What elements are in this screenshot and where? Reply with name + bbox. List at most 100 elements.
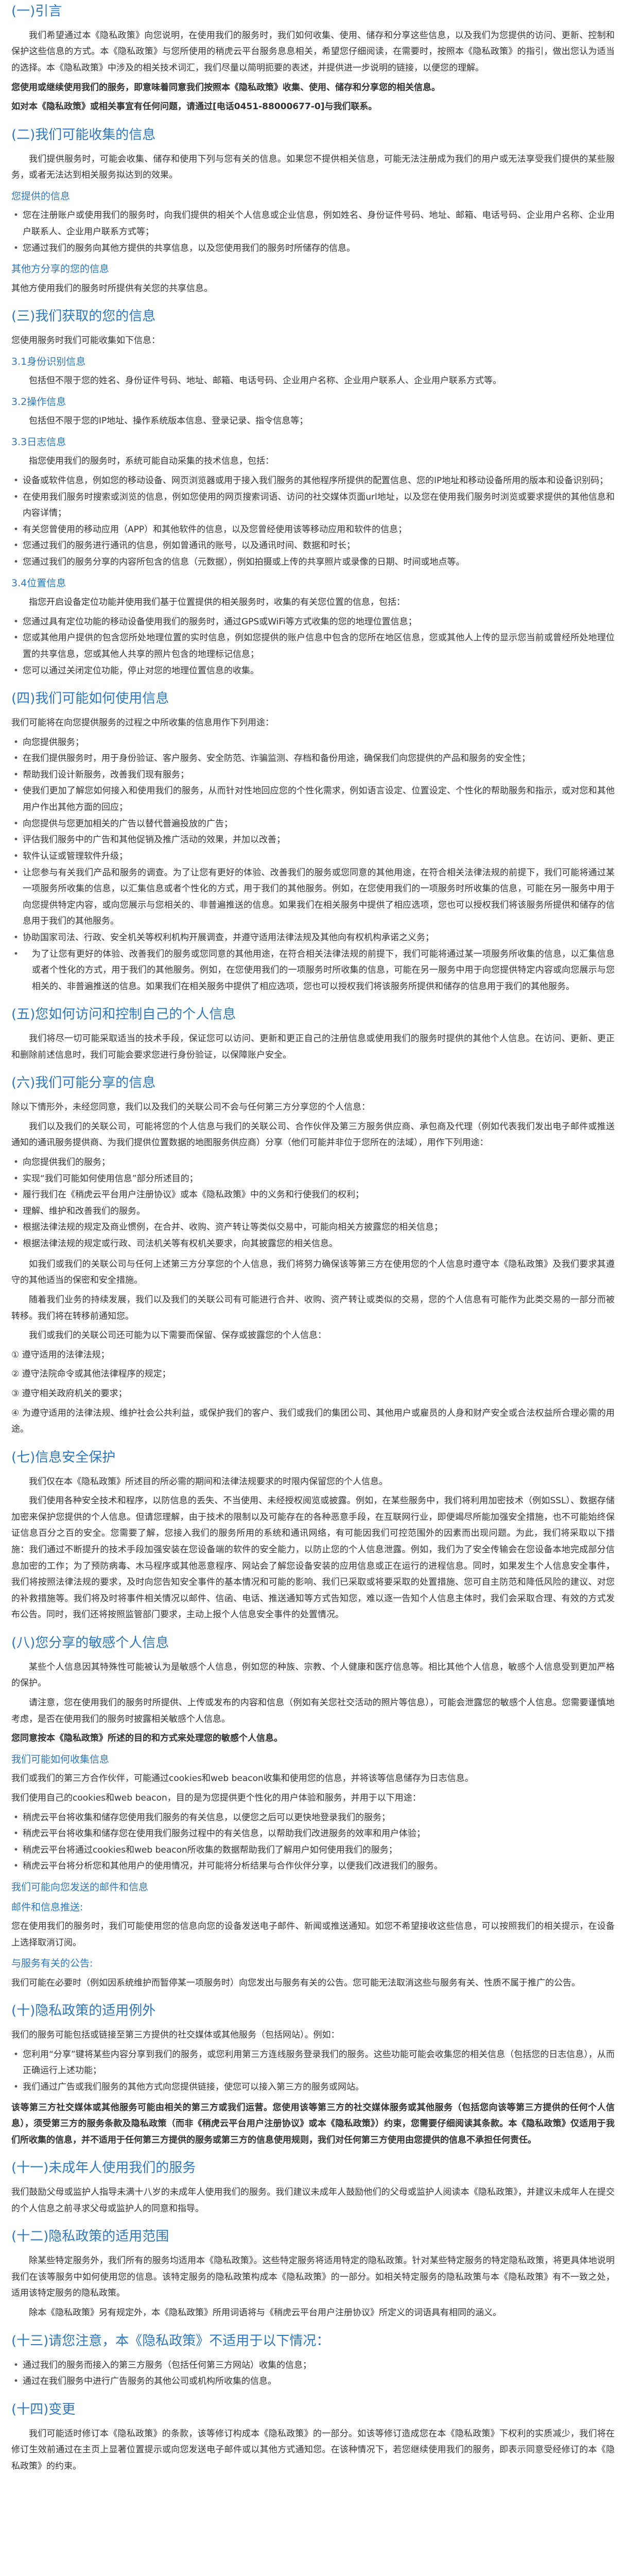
list-item: • 设备或软件信息，例如您的移动设备、网页浏览器或用于接入我们服务的其他程序所提供…: [11, 473, 615, 489]
subsection-heading: 3.2操作信息: [11, 396, 66, 408]
bullet-list: • 稍虎云平台将收集和储存您使用我们服务的有关信息，以便您之后可以更快地登录我们的…: [11, 1810, 615, 1875]
section-heading: (十一)未成年人使用我们的服务: [11, 2160, 196, 2176]
bullet-dot-icon: •: [13, 1861, 19, 1872]
bold-paragraph: 如对本《隐私政策》或相关事宜有任何问题，请通过[电话0451-88000677-…: [11, 101, 377, 112]
list-item-text: 稍虎云平台将通过cookies和web beacon所收集的数据帮助我们了解用户…: [23, 1844, 397, 1855]
bullet-list: • 您在注册账户或使用我们的服务时，向我们提供的相关个人信息或企业信息，例如姓名、…: [11, 208, 615, 257]
list-item: • 您或其他用户提供的包含您所处地理位置的实时信息，例如您提供的账户信息中包含的您…: [11, 630, 615, 663]
list-item-text: 协助国家司法、行政、安全机关等权利机构开展调查，并遵守适用法律法规及其他向有权机…: [23, 932, 434, 943]
bullet-dot-icon: •: [13, 867, 19, 878]
list-item: • 理解、维护和改善我们的服务。: [11, 1204, 615, 1220]
list-item-text: 根据法律法规的规定及商业惯例，在合并、收购、资产转让等类似交易中，可能向相关方披…: [23, 1222, 443, 1233]
list-item-text: 在我们提供服务时，用于身份验证、客户服务、安全防范、诈骗监测、存档和备份用途，确…: [23, 753, 530, 764]
paragraph: ① 遵守适用的法律法规；: [11, 1349, 110, 1360]
paragraph: 我们可能适时修订本《隐私政策》的条款，该等修订构成本《隐私政策》的一部分。如该等…: [11, 2428, 615, 2471]
bullet-dot-icon: •: [13, 633, 19, 643]
paragraph: 我们将尽一切可能采取适当的技术手段，保证您可以访问、更新和更正自己的注册信息或使…: [11, 1033, 615, 1060]
section-heading: (二)我们可能收集的信息: [11, 127, 156, 143]
section-heading: (五)您如何访问和控制自己的个人信息: [11, 1007, 236, 1023]
list-item: • 您通过我们的服务分享的内容所包含的信息（元数据），例如拍摄或上传的共享照片或录…: [11, 554, 615, 571]
bullet-list: • 向您提供服务； • 在我们提供服务时，用于身份验证、客户服务、安全防范、诈骗监测、…: [11, 735, 615, 995]
bullet-dot-icon: •: [13, 818, 19, 829]
list-item: • 向您提供与您更加相关的广告以替代普遍投放的广告；: [11, 816, 615, 833]
bullet-dot-icon: •: [13, 2049, 19, 2060]
list-item: • 有关您曾使用的移动应用（APP）和其他软件的信息，以及您曾经使用该等移动应用和…: [11, 522, 615, 538]
paragraph: 我们使用各种安全技术和程序，以防信息的丢失、不当使用、未经授权阅览或披露。例如，…: [11, 1496, 615, 1620]
bullet-dot-icon: •: [13, 1222, 19, 1233]
list-item-text: 稍虎云平台将收集和储存您在使用我们服务过程中的有关信息，以帮助我们改进服务的效率…: [23, 1828, 425, 1839]
list-item-text: 向您提供我们的服务；: [23, 1157, 110, 1168]
list-item: • 让您参与有关我们产品和服务的调查。为了让您有更好的体验、改善我们的服务或您同意…: [11, 865, 615, 930]
list-item: • 稍虎云平台将收集和储存您使用我们服务的有关信息，以便您之后可以更快地登录我们的…: [11, 1810, 615, 1826]
list-item-text: 为了让您有更好的体验、改善我们的服务或您同意的其他用途，在符合相关法律法规的前提…: [32, 948, 615, 992]
list-item-text: 您或其他用户提供的包含您所处地理位置的实时信息，例如您提供的账户信息中包含的您所…: [23, 633, 615, 660]
bold-paragraph: 您同意按本《隐私政策》所述的目的和方式来处理您的敏感个人信息。: [11, 1733, 283, 1744]
paragraph: 除本《隐私政策》另有规定外，本《隐私政策》所用词语将与《稍虎云平台用户注册协议》…: [29, 2308, 501, 2318]
bullet-dot-icon: •: [13, 2360, 19, 2370]
list-item: • 履行我们在《稍虎云平台用户注册协议》或本《隐私政策》中的义务和行使我们的权利；: [11, 1187, 615, 1204]
paragraph: 请注意，您在使用我们的服务时所提供、上传或发布的内容和信息（例如有关您社交活动的…: [11, 1698, 615, 1724]
bullet-dot-icon: •: [13, 1206, 19, 1216]
section-heading: (八)您分享的敏感个人信息: [11, 1635, 169, 1651]
bullet-dot-icon: •: [13, 1157, 19, 1168]
list-item-text: 在使用我们服务时搜索或浏览的信息，例如您使用的网页搜索词语、访问的社交媒体页面u…: [23, 492, 615, 519]
list-item: • 软件认证或管理软件升级；: [11, 849, 615, 865]
bullet-dot-icon: •: [13, 2082, 19, 2093]
list-item-text: 您通过我们的服务进行通讯的信息，例如曾通讯的账号，以及通讯时间、数据和时长；: [23, 540, 355, 551]
list-item-text: 让您参与有关我们产品和服务的调查。为了让您有更好的体验、改善我们的服务或您同意的…: [23, 867, 615, 927]
paragraph: 随着我们业务的持续发展，我们以及我们的关联公司有可能进行合并、收购、资产转让或类…: [11, 1294, 615, 1321]
list-item-text: 稍虎云平台将分析您和其他用户的使用情况，并可能将分析结果与合作伙伴分享，以便我们…: [23, 1861, 443, 1872]
list-item-text: 帮助我们设计新服务，改善我们现有服务；: [23, 769, 189, 780]
section-heading: (四)我们可能如何使用信息: [11, 691, 169, 707]
list-item-text: 软件认证或管理软件升级；: [23, 851, 128, 861]
bullet-dot-icon: •: [13, 851, 19, 861]
list-item-text: 向您提供服务；: [23, 737, 84, 748]
list-item-text: 有关您曾使用的移动应用（APP）和其他软件的信息，以及您曾经使用该等移动应用和软…: [23, 524, 407, 535]
paragraph: 您使用服务时我们可能收集如下信息：: [11, 335, 160, 346]
section-heading: (十三)请您注意，本《隐私政策》不适用于以下情况：: [11, 2333, 330, 2349]
paragraph: 您在使用我们的服务时，我们可能使用您的信息向您的设备发送电子邮件、新闻或推送通知…: [11, 1921, 615, 1948]
section-heading: (十)隐私政策的适用例外: [11, 2003, 156, 2019]
privacy-policy-document: (一)引言 我们希望通过本《隐私政策》向您说明，在使用我们的服务时，我们如何收集、…: [0, 0, 626, 2488]
paragraph: ② 遵守法院命令或其他法律程序的规定；: [11, 1369, 171, 1380]
list-item: • 您通过具有定位功能的移动设备使用我们的服务时，通过GPS或WiFi等方式收集的…: [11, 614, 615, 631]
list-item: • 您利用“分享”键将某些内容分享到我们的服务，或您利用第三方连线服务登录我们的服…: [11, 2047, 615, 2079]
subsection-heading: 我们可能向您发送的邮件和信息: [11, 1882, 149, 1893]
list-item-text: 履行我们在《稍虎云平台用户注册协议》或本《隐私政策》中的义务和行使我们的权利；: [23, 1190, 364, 1200]
list-item: • 通过我们的服务而接入的第三方服务（包括任何第三方网站）收集的信息；: [11, 2358, 615, 2374]
bullet-dot-icon: •: [13, 476, 19, 486]
subsection-heading: 与服务有关的公告:: [11, 1958, 93, 1970]
bullet-dot-icon: •: [13, 616, 19, 627]
paragraph: 我们或我们的第三方合作伙伴，可能通过cookies和web beacon收集和使…: [11, 1773, 474, 1784]
list-item: • 向您提供服务；: [11, 735, 615, 751]
section-heading: (三)我们获取的您的信息: [11, 309, 156, 325]
list-item-text: 通过我们的服务而接入的第三方服务（包括任何第三方网站）收集的信息；: [23, 2360, 311, 2370]
bullet-list: • 设备或软件信息，例如您的移动设备、网页浏览器或用于接入我们服务的其他程序所提供…: [11, 473, 615, 571]
subsection-heading: 邮件和信息推送:: [11, 1901, 83, 1913]
bold-paragraph: 该等第三方社交媒体或其他服务可能由相关的第三方或我们运营。您使用该等第三方的社交…: [11, 2102, 615, 2145]
paragraph: 包括但不限于您的IP地址、操作系统版本信息、登录记录、指令信息等；: [29, 416, 308, 427]
bullet-dot-icon: •: [13, 665, 19, 676]
paragraph: 其他方使用我们的服务时所提供有关您的共享信息。: [11, 283, 213, 294]
bullet-dot-icon: •: [13, 210, 19, 221]
list-item: • 实现“我们可能如何使用信息”部分所述目的；: [11, 1171, 615, 1188]
list-item-text: 您在注册账户或使用我们的服务时，向我们提供的相关个人信息或企业信息，例如姓名、身…: [23, 210, 615, 237]
paragraph: 某些个人信息因其特殊性可能被认为是敏感个人信息，例如您的种族、宗教、个人健康和医…: [11, 1662, 615, 1689]
list-item: • 帮助我们设计新服务，改善我们现有服务；: [11, 767, 615, 784]
bullet-dot-icon: •: [13, 835, 19, 845]
list-item: • 根据法律法规的规定或行政、司法机关等有权机关要求，向其披露您的相关信息。: [11, 1236, 615, 1252]
bullet-dot-icon: •: [13, 948, 19, 959]
section-heading: (一)引言: [11, 4, 62, 19]
subsection-heading: 3.3日志信息: [11, 436, 66, 448]
list-item-text: 稍虎云平台将收集和储存您使用我们服务的有关信息，以便您之后可以更快地登录我们的服…: [23, 1812, 390, 1823]
bullet-dot-icon: •: [13, 1173, 19, 1184]
paragraph: 我们以及我们的关联公司，可能将您的个人信息与我们的关联公司、合作伙伴及第三方服务…: [11, 1121, 615, 1148]
paragraph: 我们使用自己的cookies和web beacon，目的是为您提供更个性化的用户…: [11, 1793, 421, 1804]
list-item: • 稍虎云平台将收集和储存您在使用我们服务过程中的有关信息，以帮助我们改进服务的效…: [11, 1826, 615, 1842]
bullet-list: • 您利用“分享”键将某些内容分享到我们的服务，或您利用第三方连线服务登录我们的服…: [11, 2047, 615, 2096]
list-item: • 根据法律法规的规定及商业惯例，在合并、收购、资产转让等类似交易中，可能向相关方…: [11, 1219, 615, 1236]
list-item-text: 实现“我们可能如何使用信息”部分所述目的；: [23, 1173, 198, 1184]
paragraph: 如我们或我们的关联公司与任何上述第三方分享您的个人信息，我们将努力确保该等第三方…: [11, 1259, 615, 1286]
subsection-heading: 您提供的信息: [11, 190, 71, 202]
paragraph: 指您使用我们的服务时，系统可能自动采集的技术信息，包括：: [29, 456, 274, 467]
